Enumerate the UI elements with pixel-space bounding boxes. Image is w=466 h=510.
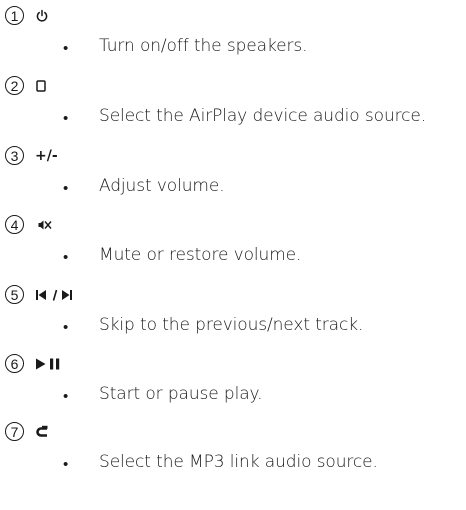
play-pause-icon bbox=[35, 355, 67, 373]
item-number: 5 bbox=[5, 285, 24, 304]
item-description: Mute or restore volume. bbox=[99, 245, 302, 265]
volume-plus-minus: +/- bbox=[35, 148, 58, 164]
item-number: 7 bbox=[5, 422, 24, 441]
bullet: • bbox=[63, 456, 69, 473]
mp3-link-icon bbox=[35, 423, 49, 441]
device-icon bbox=[35, 77, 47, 95]
bullet: • bbox=[63, 249, 69, 266]
bullet: • bbox=[63, 319, 69, 336]
item-number: 6 bbox=[5, 354, 24, 373]
bullet: • bbox=[63, 180, 69, 197]
item-description: Select the MP3 link audio source. bbox=[99, 452, 378, 472]
item-description: Start or pause play. bbox=[99, 384, 263, 404]
item-number: 1 bbox=[5, 6, 24, 25]
bullet: • bbox=[63, 388, 69, 405]
item-description: Adjust volume. bbox=[99, 176, 225, 196]
item-number: 4 bbox=[5, 215, 24, 234]
bullet: • bbox=[63, 110, 69, 127]
item-description: Turn on/off the speakers. bbox=[99, 36, 308, 56]
volume-symbol: +/- bbox=[35, 147, 58, 165]
item-description: Select the AirPlay device audio source. bbox=[99, 106, 427, 126]
mute-icon bbox=[38, 216, 52, 234]
bullet: • bbox=[63, 40, 69, 57]
item-description: Skip to the previous/next track. bbox=[99, 315, 364, 335]
item-number: 3 bbox=[5, 146, 24, 165]
power-icon bbox=[35, 7, 49, 25]
skip-icon bbox=[35, 286, 75, 304]
item-number: 2 bbox=[5, 76, 24, 95]
